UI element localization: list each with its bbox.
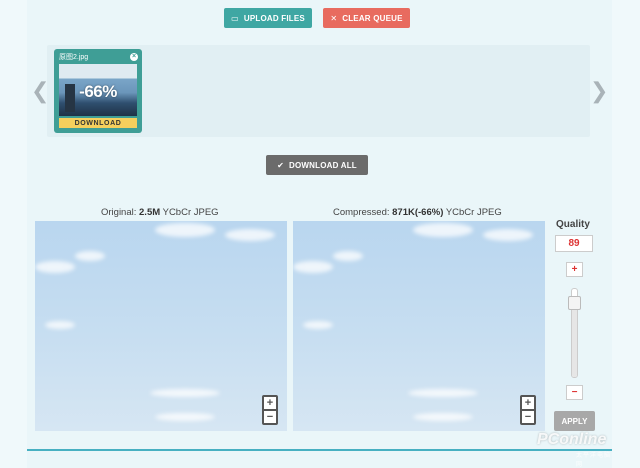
chevron-right-icon[interactable]: ❯ [590,78,608,104]
original-format: YCbCr JPEG [162,207,219,218]
zoom-in-button[interactable]: + [264,397,276,409]
clear-queue-label: CLEAR QUEUE [342,13,403,23]
cloud-shape [333,251,363,261]
queue-item-reduction: -66% [79,82,117,101]
checkmark-icon: ✔ [277,160,285,170]
quality-slider-handle[interactable] [568,296,581,311]
bottom-divider [27,449,612,451]
cloud-shape [150,389,220,397]
upload-files-label: UPLOAD FILES [243,13,305,23]
cloud-shape [293,261,333,273]
quality-value-field[interactable]: 89 [555,235,593,252]
cloud-shape [303,321,333,329]
queue-item-thumbnail: -66% [59,64,137,116]
compressed-format: YCbCr JPEG [445,207,502,218]
quality-label: Quality [556,219,590,230]
queue-item-filename: 原图2.jpg [59,54,89,61]
remove-item-close-icon[interactable]: × [130,53,138,61]
original-image-viewer[interactable] [35,221,287,431]
cloud-shape [155,413,215,421]
quality-decrease-button[interactable]: − [566,385,583,400]
page: ▭ UPLOAD FILES ✕ CLEAR QUEUE ❮ ❯ 原图2.jpg… [27,0,612,468]
zoom-out-button[interactable]: − [264,409,276,423]
compressed-size: 871K(-66%) [392,207,444,218]
queue-item-download-label: DOWNLOAD [74,119,122,127]
close-icon: ✕ [330,13,338,23]
compressed-zoom-control: + − [520,395,536,425]
original-size: 2.5M [139,207,161,218]
cloud-shape [483,229,533,241]
chevron-left-icon[interactable]: ❮ [31,78,49,104]
download-all-label: DOWNLOAD ALL [289,160,357,170]
compressed-prefix: Compressed: [333,207,390,218]
cloud-shape [408,389,478,397]
cloud-shape [155,223,215,237]
cloud-shape [45,321,75,329]
zoom-in-button[interactable]: + [522,397,534,409]
apply-label: APPLY [561,416,588,426]
compressed-image-viewer[interactable] [293,221,545,431]
original-zoom-control: + − [262,395,278,425]
cloud-shape [413,223,473,237]
compressed-caption: Compressed: 871K(-66%) YCbCr JPEG [333,207,502,218]
watermark-subtitle: 太平洋电脑网 [576,453,612,468]
original-caption: Original: 2.5M YCbCr JPEG [101,207,219,218]
quality-increase-button[interactable]: + [566,262,583,277]
queue-item-download-button[interactable]: DOWNLOAD [59,118,137,128]
apply-button[interactable]: APPLY [554,411,595,431]
folder-open-icon: ▭ [231,13,239,23]
cloud-shape [413,413,473,421]
original-prefix: Original: [101,207,137,218]
queue-item[interactable]: 原图2.jpg × -66% DOWNLOAD [54,49,142,133]
download-all-button[interactable]: ✔ DOWNLOAD ALL [266,155,368,175]
cloud-shape [35,261,75,273]
cloud-shape [75,251,105,261]
quality-slider-fill [572,298,577,377]
zoom-out-button[interactable]: − [522,409,534,423]
cloud-shape [225,229,275,241]
clear-queue-button[interactable]: ✕ CLEAR QUEUE [323,8,410,28]
watermark-logo: PConline [537,431,607,448]
upload-files-button[interactable]: ▭ UPLOAD FILES [224,8,312,28]
